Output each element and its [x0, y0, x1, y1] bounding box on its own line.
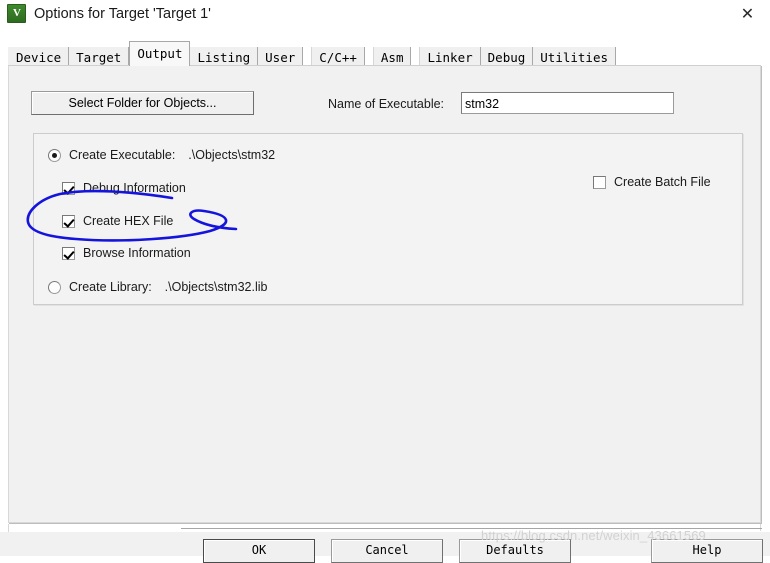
create-executable-radio[interactable]	[48, 148, 61, 162]
name-of-executable-input[interactable]: stm32	[461, 92, 674, 114]
create-library-label: Create Library:	[69, 280, 152, 294]
tab-output[interactable]: Output	[129, 41, 191, 66]
create-library-path: .\Objects\stm32.lib	[164, 280, 268, 294]
select-folder-for-objects-button[interactable]: Select Folder for Objects...	[31, 91, 254, 115]
create-executable-radio-row[interactable]: Create Executable: .\Objects\stm32	[48, 148, 275, 162]
create-batch-file-checkbox[interactable]	[593, 175, 606, 189]
cancel-button[interactable]: Cancel	[331, 539, 443, 563]
uvision-logo-glyph: V	[13, 7, 21, 19]
browse-information-checkbox[interactable]	[62, 246, 75, 260]
create-hex-file-checkbox-row[interactable]: Create HEX File	[62, 214, 173, 228]
create-executable-path: .\Objects\stm32	[188, 148, 276, 162]
window-title: Options for Target 'Target 1'	[34, 5, 211, 22]
create-batch-file-checkbox-row[interactable]: Create Batch File	[593, 175, 711, 189]
create-hex-file-checkbox[interactable]	[62, 214, 75, 228]
debug-information-checkbox[interactable]	[62, 181, 75, 195]
create-library-radio-row[interactable]: Create Library: .\Objects\stm32.lib	[48, 280, 267, 294]
ok-button[interactable]: OK	[203, 539, 315, 563]
uvision-logo-icon: V	[7, 4, 26, 23]
name-of-executable-label: Name of Executable:	[328, 97, 445, 111]
title-bar: V Options for Target 'Target 1' ✕	[0, 0, 770, 27]
create-hex-file-label: Create HEX File	[83, 214, 174, 228]
watermark-text: https://blog.csdn.net/weixin_43661569	[481, 528, 706, 543]
create-library-radio[interactable]	[48, 280, 61, 294]
browse-information-checkbox-row[interactable]: Browse Information	[62, 246, 191, 260]
close-icon[interactable]: ✕	[725, 0, 770, 27]
create-batch-file-label: Create Batch File	[614, 175, 711, 189]
tab-strip: Device Target Output Listing User C/C++ …	[8, 41, 762, 68]
debug-information-checkbox-row[interactable]: Debug Information	[62, 181, 186, 195]
debug-information-label: Debug Information	[83, 181, 186, 195]
create-executable-label: Create Executable:	[69, 148, 176, 162]
browse-information-label: Browse Information	[83, 246, 191, 260]
